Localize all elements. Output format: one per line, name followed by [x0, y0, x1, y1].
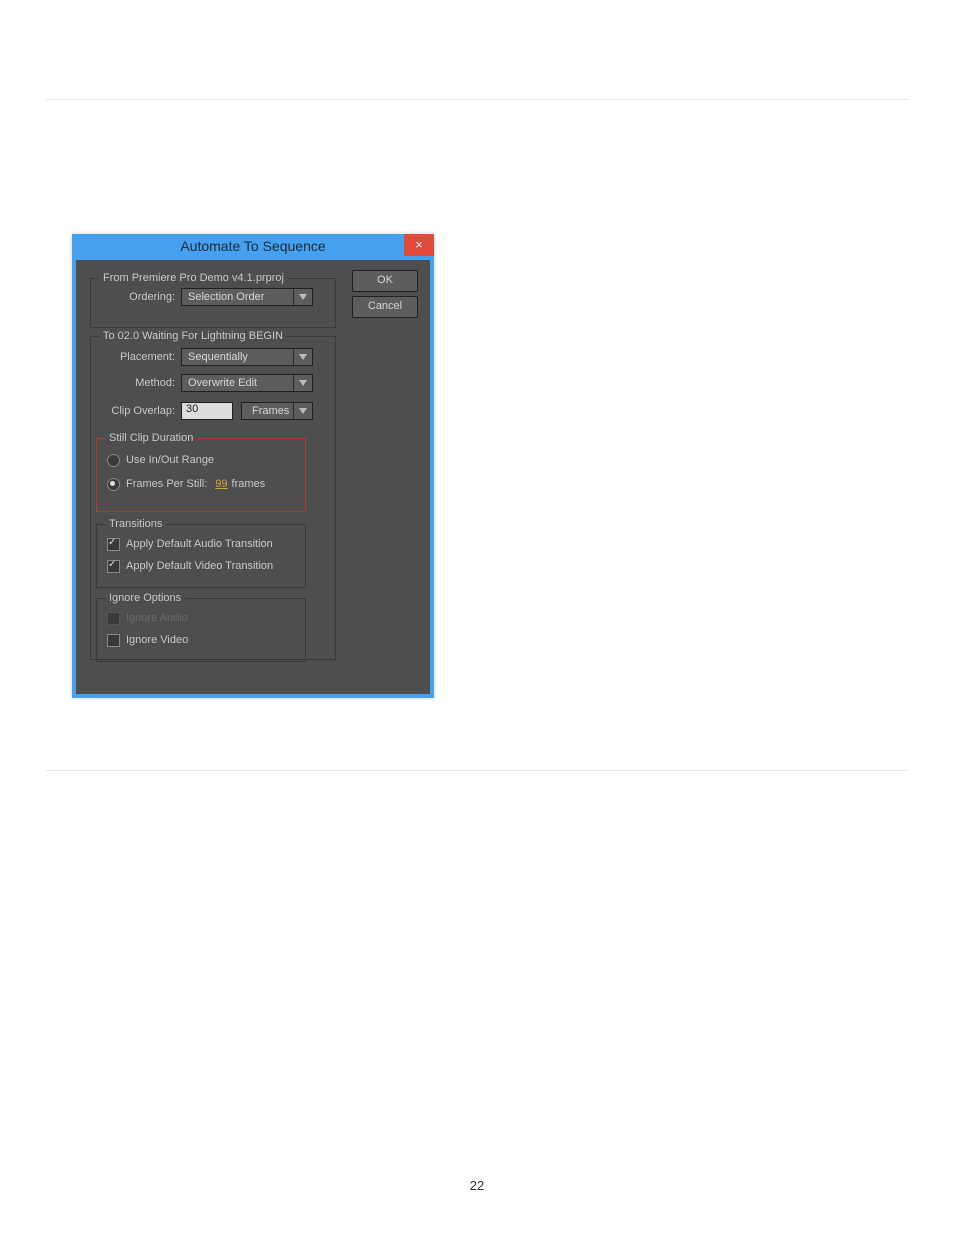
method-value: Overwrite Edit [188, 377, 257, 389]
radio-icon [107, 478, 120, 491]
group-ignore-legend: Ignore Options [105, 592, 185, 604]
dialog-body: OK Cancel From Premiere Pro Demo v4.1.pr… [76, 260, 430, 694]
clip-overlap-value: 30 [186, 403, 198, 415]
checkbox-icon [107, 560, 120, 573]
group-to-legend: To 02.0 Waiting For Lightning BEGIN [99, 330, 287, 342]
group-from: From Premiere Pro Demo v4.1.prproj Order… [90, 272, 336, 328]
ok-button[interactable]: OK [352, 270, 418, 292]
ordering-value: Selection Order [188, 291, 264, 303]
placement-value: Sequentially [188, 351, 248, 363]
group-transitions: Transitions Apply Default Audio Transiti… [96, 518, 306, 588]
check-ignore-video-label: Ignore Video [126, 634, 188, 646]
document-page: Automate To Sequence × OK Cancel From Pr… [0, 0, 954, 1235]
checkbox-icon [107, 612, 120, 625]
check-default-audio-transition[interactable]: Apply Default Audio Transition [107, 536, 273, 552]
placement-label: Placement: [91, 351, 175, 363]
group-still-legend: Still Clip Duration [105, 432, 197, 444]
radio-frames-per-still-label: Frames Per Still: [126, 478, 207, 490]
page-number: 22 [0, 1178, 954, 1193]
radio-frames-per-still[interactable]: Frames Per Still: 99 frames [107, 476, 265, 492]
ordering-label: Ordering: [91, 291, 175, 303]
check-default-video-transition-label: Apply Default Video Transition [126, 560, 273, 572]
placement-dropdown[interactable]: Sequentially [181, 348, 313, 366]
close-button[interactable]: × [404, 234, 434, 256]
check-ignore-audio: Ignore Audio [107, 610, 188, 626]
ordering-dropdown[interactable]: Selection Order [181, 288, 313, 306]
dialog-titlebar[interactable]: Automate To Sequence × [72, 234, 434, 260]
group-from-legend: From Premiere Pro Demo v4.1.prproj [99, 272, 288, 284]
chevron-down-icon [293, 375, 312, 391]
group-transitions-legend: Transitions [105, 518, 166, 530]
frames-per-still-unit: frames [232, 478, 266, 490]
horizontal-rule-bottom [46, 770, 908, 771]
frames-per-still-value[interactable]: 99 [215, 478, 227, 490]
check-default-audio-transition-label: Apply Default Audio Transition [126, 538, 273, 550]
clip-overlap-input[interactable]: 30 [181, 402, 233, 420]
clip-overlap-units: Frames [252, 405, 289, 417]
chevron-down-icon [293, 403, 312, 419]
chevron-down-icon [293, 289, 312, 305]
group-ignore-options: Ignore Options Ignore Audio Ignore Video [96, 592, 306, 662]
cancel-button[interactable]: Cancel [352, 296, 418, 318]
checkbox-icon [107, 634, 120, 647]
checkbox-icon [107, 538, 120, 551]
dialog-title: Automate To Sequence [72, 238, 434, 254]
group-still-clip-duration: Still Clip Duration Use In/Out Range Fra… [96, 432, 306, 512]
method-dropdown[interactable]: Overwrite Edit [181, 374, 313, 392]
check-ignore-video[interactable]: Ignore Video [107, 632, 188, 648]
chevron-down-icon [293, 349, 312, 365]
method-label: Method: [91, 377, 175, 389]
clip-overlap-units-dropdown[interactable]: Frames [241, 402, 313, 420]
check-ignore-audio-label: Ignore Audio [126, 612, 188, 624]
automate-to-sequence-dialog: Automate To Sequence × OK Cancel From Pr… [72, 234, 434, 698]
check-default-video-transition[interactable]: Apply Default Video Transition [107, 558, 273, 574]
clip-overlap-label: Clip Overlap: [91, 405, 175, 417]
radio-icon [107, 454, 120, 467]
radio-use-in-out-range-label: Use In/Out Range [126, 454, 214, 466]
horizontal-rule-top [46, 99, 908, 100]
close-icon: × [415, 237, 423, 252]
radio-use-in-out-range[interactable]: Use In/Out Range [107, 452, 214, 468]
